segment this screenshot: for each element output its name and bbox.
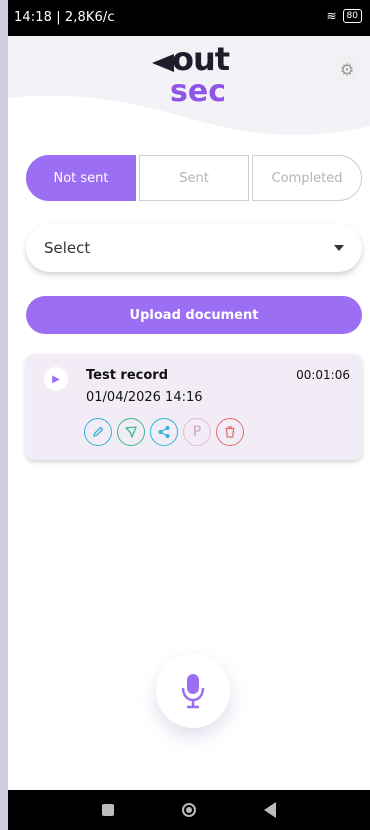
edit-icon	[93, 426, 104, 437]
status-bar: 14:18 | 2,8K6/c ≋ 80	[8, 0, 370, 36]
record-audio-button[interactable]	[156, 654, 230, 728]
status-tabs: Not sent Sent Completed	[26, 155, 362, 201]
record-card[interactable]: ▶ Test record 00:01:06 01/04/2026 14:16 …	[26, 354, 362, 460]
logo-arrow-icon	[152, 54, 174, 72]
settings-button[interactable]: ⚙	[334, 56, 360, 82]
android-nav-bar	[8, 790, 370, 830]
back-icon[interactable]	[264, 802, 276, 818]
edit-button[interactable]	[84, 418, 112, 446]
upload-document-button[interactable]: Upload document	[26, 296, 362, 334]
record-datetime: 01/04/2026 14:16	[86, 390, 203, 405]
share-button[interactable]	[150, 418, 178, 446]
recent-apps-icon[interactable]	[102, 804, 114, 816]
logo-sec-text: sec	[170, 74, 226, 109]
battery-icon: 80	[342, 9, 362, 23]
status-icons: ≋ 80	[326, 9, 362, 23]
chevron-down-icon	[334, 245, 344, 251]
logo-out-text: out	[172, 40, 230, 78]
status-time-network: 14:18 | 2,8K6/c	[14, 10, 115, 25]
home-icon[interactable]	[182, 803, 196, 817]
record-actions: P	[84, 418, 244, 446]
select-value: Select	[44, 239, 91, 257]
tab-completed[interactable]: Completed	[252, 155, 362, 201]
share-icon	[158, 426, 170, 438]
microphone-icon	[181, 674, 205, 709]
settings-icon: ⚙	[339, 59, 355, 79]
tab-not-sent[interactable]: Not sent	[26, 155, 136, 201]
play-button[interactable]: ▶	[44, 367, 68, 391]
play-icon: ▶	[52, 373, 60, 385]
outsec-logo: out sec	[148, 40, 248, 114]
p-button[interactable]: P	[183, 418, 211, 446]
send-icon	[125, 426, 137, 438]
wifi-icon: ≋	[326, 9, 337, 23]
tab-sent[interactable]: Sent	[139, 155, 249, 201]
trash-icon	[225, 426, 235, 438]
send-button[interactable]	[117, 418, 145, 446]
document-select[interactable]: Select	[26, 224, 362, 272]
delete-button[interactable]	[216, 418, 244, 446]
record-duration: 00:01:06	[296, 368, 350, 382]
header: out sec ⚙	[8, 36, 370, 136]
record-title: Test record	[86, 368, 169, 383]
app-screen: 14:18 | 2,8K6/c ≋ 80 out sec ⚙ Not sent …	[8, 0, 370, 830]
